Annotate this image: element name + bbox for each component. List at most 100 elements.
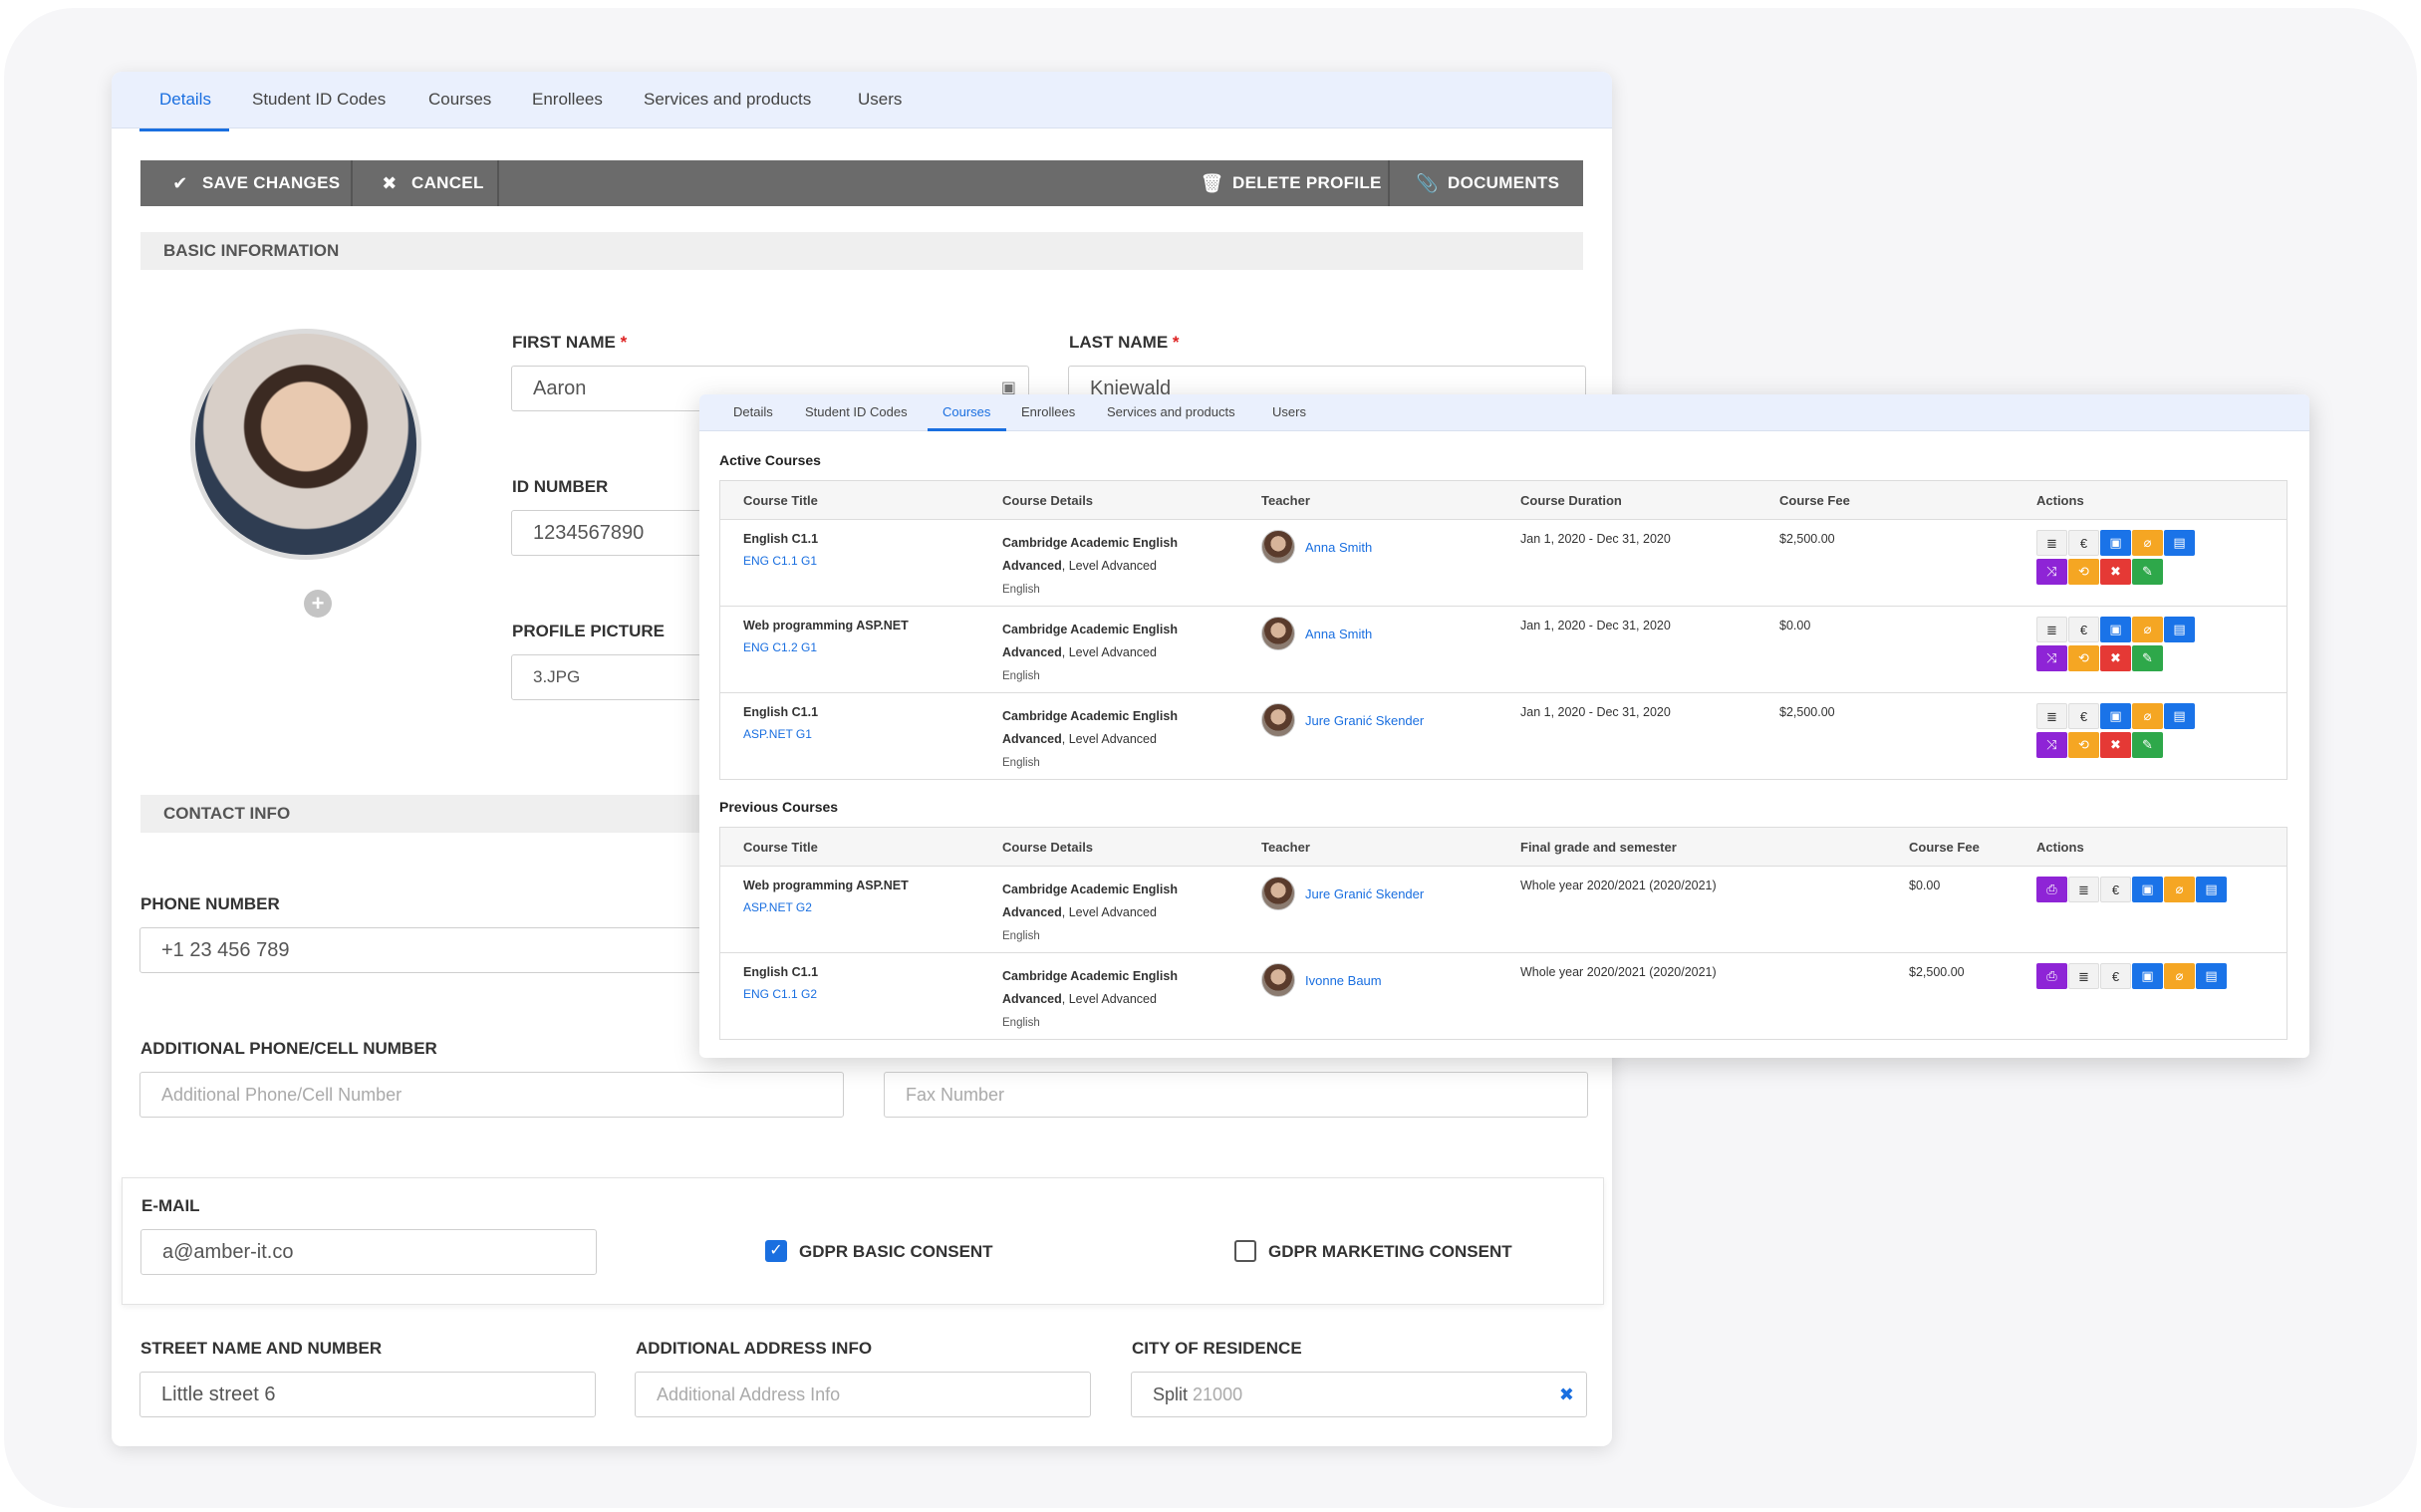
edit-icon[interactable]: ✎ [2132, 645, 2163, 671]
calendar-icon[interactable]: ▤ [2164, 617, 2195, 642]
gdpr-marketing-checkbox[interactable] [1234, 1240, 1256, 1262]
course-code-link[interactable]: ASP.NET G2 [743, 900, 812, 914]
book-icon[interactable]: ▣ [2132, 877, 2163, 902]
email-input[interactable]: a@amber-it.co [140, 1229, 597, 1275]
additional-address-input[interactable]: Additional Address Info [635, 1372, 1091, 1417]
euro-icon[interactable]: € [2068, 530, 2099, 556]
tab-details[interactable]: Details [139, 90, 229, 131]
book-icon[interactable]: ▣ [2100, 617, 2131, 642]
fax-number-input[interactable]: Fax Number [884, 1072, 1588, 1118]
teacher-avatar [1261, 530, 1295, 564]
teacher-avatar [1261, 963, 1295, 997]
calendar-icon[interactable]: ▤ [2164, 703, 2195, 729]
course-fee: $2,500.00 [1779, 705, 1835, 719]
calendar-icon[interactable]: ▤ [2164, 530, 2195, 556]
tab-student-id-codes[interactable]: Student ID Codes [252, 90, 386, 110]
teacher-link[interactable]: Ivonne Baum [1261, 963, 1382, 997]
paperclip-icon[interactable]: ⌀ [2164, 963, 2195, 989]
tab-courses[interactable]: Courses [428, 90, 491, 110]
edit-icon[interactable]: ✎ [2132, 732, 2163, 758]
euro-icon[interactable]: € [2100, 877, 2131, 902]
street-value: Little street 6 [161, 1384, 276, 1405]
repeat-icon[interactable]: ⟲ [2068, 645, 2099, 671]
shuffle-icon[interactable]: ⤨ [2036, 645, 2067, 671]
tab-student-id-codes[interactable]: Student ID Codes [805, 404, 908, 419]
city-select[interactable]: Split 21000 ✖ [1131, 1372, 1587, 1417]
close-icon: ✖ [382, 173, 398, 193]
list-icon[interactable]: ≣ [2036, 617, 2067, 642]
table-header: Course Title Course Details Teacher Fina… [720, 828, 2286, 867]
list-icon[interactable]: ≣ [2036, 703, 2067, 729]
street-input[interactable]: Little street 6 [139, 1372, 596, 1417]
paperclip-icon[interactable]: ⌀ [2132, 617, 2163, 642]
repeat-icon[interactable]: ⟲ [2068, 559, 2099, 585]
print-icon[interactable]: ⎙ [2036, 877, 2067, 902]
add-photo-icon[interactable]: + [304, 590, 332, 618]
paperclip-icon[interactable]: ⌀ [2164, 877, 2195, 902]
column-header: Course Duration [1520, 493, 1622, 508]
course-title: Web programming ASP.NET [743, 619, 909, 632]
course-duration: Jan 1, 2020 - Dec 31, 2020 [1520, 705, 1671, 719]
calendar-icon[interactable]: ▤ [2196, 877, 2227, 902]
list-icon[interactable]: ≣ [2036, 530, 2067, 556]
repeat-icon[interactable]: ⟲ [2068, 732, 2099, 758]
list-icon[interactable]: ≣ [2068, 877, 2099, 902]
additional-phone-input[interactable]: Additional Phone/Cell Number [139, 1072, 844, 1118]
tab-users[interactable]: Users [1272, 404, 1306, 419]
paperclip-icon[interactable]: ⌀ [2132, 530, 2163, 556]
toolbar-separator [497, 160, 499, 206]
paperclip-icon[interactable]: ⌀ [2132, 703, 2163, 729]
print-icon[interactable]: ⎙ [2036, 963, 2067, 989]
shuffle-icon[interactable]: ⤨ [2036, 732, 2067, 758]
tab-services-and-products[interactable]: Services and products [1107, 404, 1235, 419]
previous-courses-title: Previous Courses [719, 799, 839, 815]
calendar-icon[interactable]: ▤ [2196, 963, 2227, 989]
email-label: E-MAIL [141, 1196, 200, 1215]
gdpr-basic-label: GDPR BASIC CONSENT [799, 1242, 993, 1261]
tab-enrollees[interactable]: Enrollees [1021, 404, 1075, 419]
tab-details[interactable]: Details [733, 404, 773, 419]
fax-number-placeholder: Fax Number [906, 1085, 1005, 1105]
save-changes-button[interactable]: ✔ SAVE CHANGES [170, 160, 340, 206]
course-fee: $0.00 [1779, 619, 1811, 632]
delete-icon[interactable]: ✖ [2100, 559, 2131, 585]
course-code-link[interactable]: ASP.NET G1 [743, 727, 812, 741]
edit-icon[interactable]: ✎ [2132, 559, 2163, 585]
list-icon[interactable]: ≣ [2068, 963, 2099, 989]
cancel-button[interactable]: ✖ CANCEL [380, 160, 484, 206]
book-icon[interactable]: ▣ [2100, 530, 2131, 556]
euro-icon[interactable]: € [2068, 703, 2099, 729]
documents-label: DOCUMENTS [1448, 173, 1560, 192]
tab-enrollees[interactable]: Enrollees [532, 90, 603, 110]
gdpr-basic-checkbox[interactable]: ✓ [765, 1240, 787, 1262]
delete-icon[interactable]: ✖ [2100, 645, 2131, 671]
documents-button[interactable]: 📎 DOCUMENTS [1416, 160, 1559, 206]
tab-users[interactable]: Users [858, 90, 902, 110]
check-icon: ✔ [172, 173, 188, 193]
teacher-link[interactable]: Anna Smith [1261, 530, 1372, 564]
course-code-link[interactable]: ENG C1.2 G1 [743, 640, 817, 654]
teacher-link[interactable]: Jure Granić Skender [1261, 703, 1424, 737]
book-icon[interactable]: ▣ [2132, 963, 2163, 989]
save-changes-label: SAVE CHANGES [202, 173, 341, 192]
email-consent-box: E-MAIL a@amber-it.co ✓ GDPR BASIC CONSEN… [122, 1177, 1604, 1305]
tab-services-and-products[interactable]: Services and products [644, 90, 811, 110]
euro-icon[interactable]: € [2068, 617, 2099, 642]
course-title: English C1.1 [743, 532, 819, 546]
teacher-avatar [1261, 877, 1295, 910]
column-header: Course Fee [1779, 493, 1850, 508]
column-header: Course Details [1002, 493, 1094, 508]
clear-icon[interactable]: ✖ [1559, 1373, 1574, 1416]
tab-courses[interactable]: Courses [927, 404, 1007, 431]
course-code-link[interactable]: ENG C1.1 G1 [743, 554, 817, 568]
course-code-link[interactable]: ENG C1.1 G2 [743, 987, 817, 1001]
delete-profile-button[interactable]: 🗑 DELETE PROFILE [1201, 160, 1382, 206]
delete-icon[interactable]: ✖ [2100, 732, 2131, 758]
teacher-link[interactable]: Jure Granić Skender [1261, 877, 1424, 910]
profile-picture-label: PROFILE PICTURE [512, 622, 666, 640]
course-fee: $0.00 [1909, 879, 1941, 892]
teacher-link[interactable]: Anna Smith [1261, 617, 1372, 650]
book-icon[interactable]: ▣ [2100, 703, 2131, 729]
shuffle-icon[interactable]: ⤨ [2036, 559, 2067, 585]
euro-icon[interactable]: € [2100, 963, 2131, 989]
